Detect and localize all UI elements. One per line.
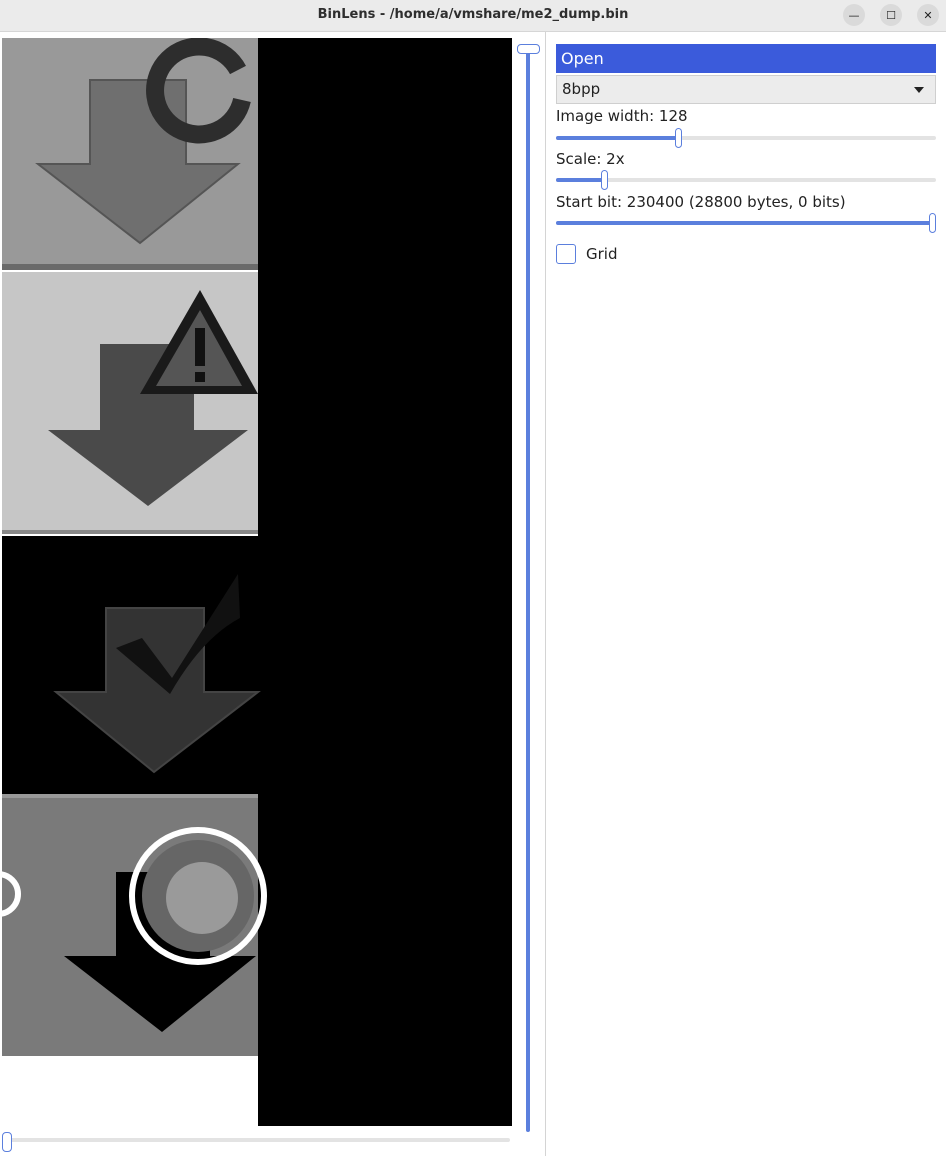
maximize-icon: ☐ [886,8,896,22]
grid-label: Grid [586,245,618,263]
horizontal-scrollbar[interactable] [2,1138,510,1142]
grid-checkbox[interactable] [556,244,576,264]
image-viewer[interactable] [0,37,512,1126]
close-icon: ✕ [923,8,933,22]
download-arrow-with-refresh-icon [2,37,258,270]
start-bit-slider-thumb[interactable] [929,213,936,233]
start-bit-slider[interactable] [556,213,936,233]
scale-label: Scale: 2x [556,150,625,168]
start-bit-label: Start bit: 230400 (28800 bytes, 0 bits) [556,193,846,211]
rendered-bitmap [0,37,512,1126]
download-arrow-with-warning-icon [2,272,258,534]
close-button[interactable]: ✕ [917,4,939,26]
vertical-scrollbar-thumb[interactable] [517,44,540,54]
chevron-down-icon [914,87,924,93]
download-arrow-with-checkmark-icon [2,536,261,794]
image-width-slider[interactable] [556,128,936,148]
pixel-format-select[interactable]: 8bpp [556,75,936,104]
panel-divider [545,32,546,1156]
vertical-scrollbar[interactable] [526,44,530,1132]
maximize-button[interactable]: ☐ [880,4,902,26]
open-button[interactable]: Open [556,44,936,73]
scale-slider-thumb[interactable] [601,170,608,190]
minimize-icon: — [848,8,860,22]
window-title: BinLens - /home/a/vmshare/me2_dump.bin [317,7,629,22]
download-arrow-with-disc-icon [0,794,267,1126]
minimize-button[interactable]: — [843,4,865,26]
scale-slider[interactable] [556,170,936,190]
title-bar: BinLens - /home/a/vmshare/me2_dump.bin —… [0,0,946,32]
image-width-label: Image width: 128 [556,107,688,125]
image-width-slider-thumb[interactable] [675,128,682,148]
pixel-format-value: 8bpp [562,80,601,98]
horizontal-scrollbar-thumb[interactable] [2,1132,12,1152]
